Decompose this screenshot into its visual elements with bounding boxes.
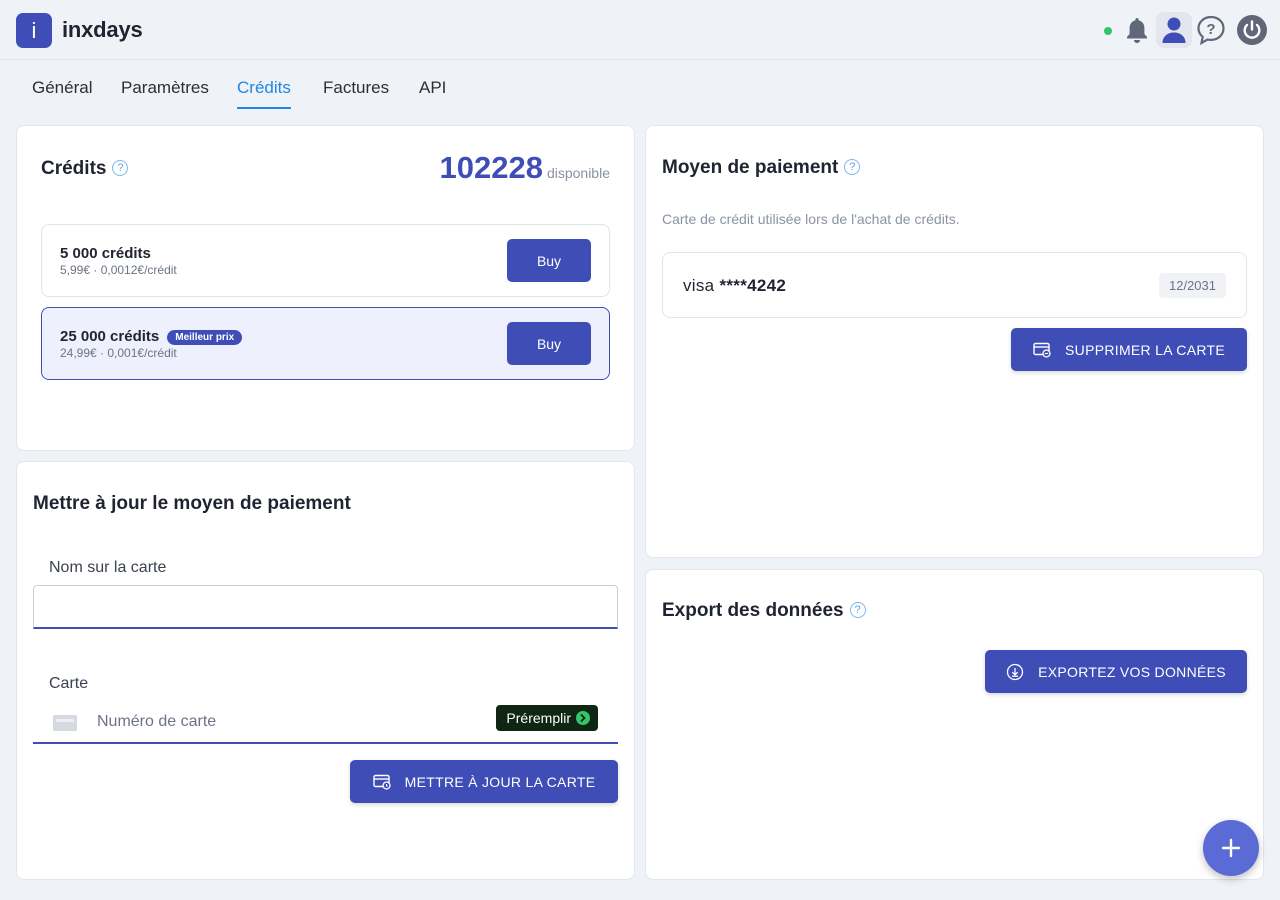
export-data-label: EXPORTEZ VOS DONNÉES: [1038, 663, 1226, 680]
card-brand: visa: [683, 276, 715, 295]
update-payment-title: Mettre à jour le moyen de paiement: [33, 493, 351, 514]
card-masked-number: ****4242: [719, 276, 787, 295]
delete-card-button[interactable]: SUPPRIMER LA CARTE: [1011, 328, 1247, 371]
tab-factures[interactable]: Factures: [323, 78, 389, 98]
payment-method-title: Moyen de paiement?: [662, 157, 861, 179]
delete-card-label: SUPPRIMER LA CARTE: [1065, 341, 1225, 358]
user-icon[interactable]: [1156, 12, 1192, 48]
power-icon[interactable]: [1234, 12, 1270, 48]
card-number-placeholder: Numéro de carte: [97, 713, 217, 730]
name-on-card-input[interactable]: [33, 585, 618, 629]
help-chat-icon[interactable]: ?: [1193, 12, 1229, 48]
buy-25000-button[interactable]: Buy: [507, 322, 591, 365]
bell-icon[interactable]: [1119, 12, 1155, 48]
svg-text:?: ?: [1206, 21, 1215, 38]
credits-title: Crédits?: [41, 158, 129, 180]
payment-method-description: Carte de crédit utilisée lors de l'achat…: [662, 211, 960, 227]
prefill-label: Préremplir: [506, 710, 571, 726]
plus-icon: [1221, 838, 1241, 858]
card-label: Carte: [49, 675, 89, 692]
chevron-right-icon: [576, 711, 590, 725]
online-status-dot: [1104, 27, 1112, 35]
card-refresh-icon: [372, 774, 391, 790]
credits-help-icon[interactable]: ?: [112, 160, 129, 176]
export-data-button[interactable]: EXPORTEZ VOS DONNÉES: [985, 650, 1247, 693]
payment-method-help-icon[interactable]: ?: [844, 159, 861, 175]
update-card-label: METTRE À JOUR LA CARTE: [404, 773, 596, 790]
download-icon: [1006, 663, 1024, 680]
update-card-button[interactable]: METTRE À JOUR LA CARTE: [350, 760, 618, 803]
tab-credits[interactable]: Crédits: [237, 78, 291, 109]
saved-card-number: visa ****4242: [683, 276, 786, 296]
export-card: Export des données? EXPORTEZ VOS DONNÉES: [645, 569, 1264, 880]
tab-general[interactable]: Général: [32, 78, 92, 98]
export-title: Export des données?: [662, 600, 866, 622]
name-on-card-label: Nom sur la carte: [49, 559, 167, 576]
best-price-badge: Meilleur prix: [167, 330, 243, 345]
export-help-icon[interactable]: ?: [849, 602, 866, 618]
package-price: 24,99€ · 0,001€/crédit: [60, 346, 177, 360]
credits-card: Crédits? 102228 disponible 5 000 crédits …: [16, 125, 635, 451]
prefill-button[interactable]: Préremplir: [496, 705, 598, 731]
payment-method-card: Moyen de paiement? Carte de crédit utili…: [645, 125, 1264, 558]
credits-balance: 102228 disponible: [439, 150, 610, 186]
card-expiry: 12/2031: [1159, 273, 1226, 298]
credits-balance-label: disponible: [546, 165, 610, 181]
buy-5000-button[interactable]: Buy: [507, 239, 591, 282]
app-name: inxdays: [62, 17, 143, 42]
card-remove-icon: [1033, 342, 1051, 358]
saved-card: visa ****4242 12/2031: [662, 252, 1247, 318]
package-name: 5 000 crédits: [60, 245, 151, 262]
app-logo[interactable]: i: [16, 13, 52, 48]
update-payment-card: Mettre à jour le moyen de paiement Nom s…: [16, 461, 635, 880]
credits-balance-value: 102228: [439, 150, 543, 185]
add-fab-button[interactable]: [1203, 820, 1259, 876]
package-name: 25 000 crédits Meilleur prix: [60, 328, 243, 345]
tab-api[interactable]: API: [419, 78, 446, 98]
credit-card-icon: [53, 715, 77, 731]
credit-package-5000: 5 000 crédits 5,99€ · 0,0012€/crédit Buy: [41, 224, 610, 297]
top-bar: i inxdays ?: [0, 0, 1280, 60]
tab-parametres[interactable]: Paramètres: [121, 78, 209, 98]
card-number-field[interactable]: Numéro de carte Préremplir: [33, 699, 618, 744]
credit-package-25000: 25 000 crédits Meilleur prix 24,99€ · 0,0…: [41, 307, 610, 380]
package-price: 5,99€ · 0,0012€/crédit: [60, 263, 177, 277]
